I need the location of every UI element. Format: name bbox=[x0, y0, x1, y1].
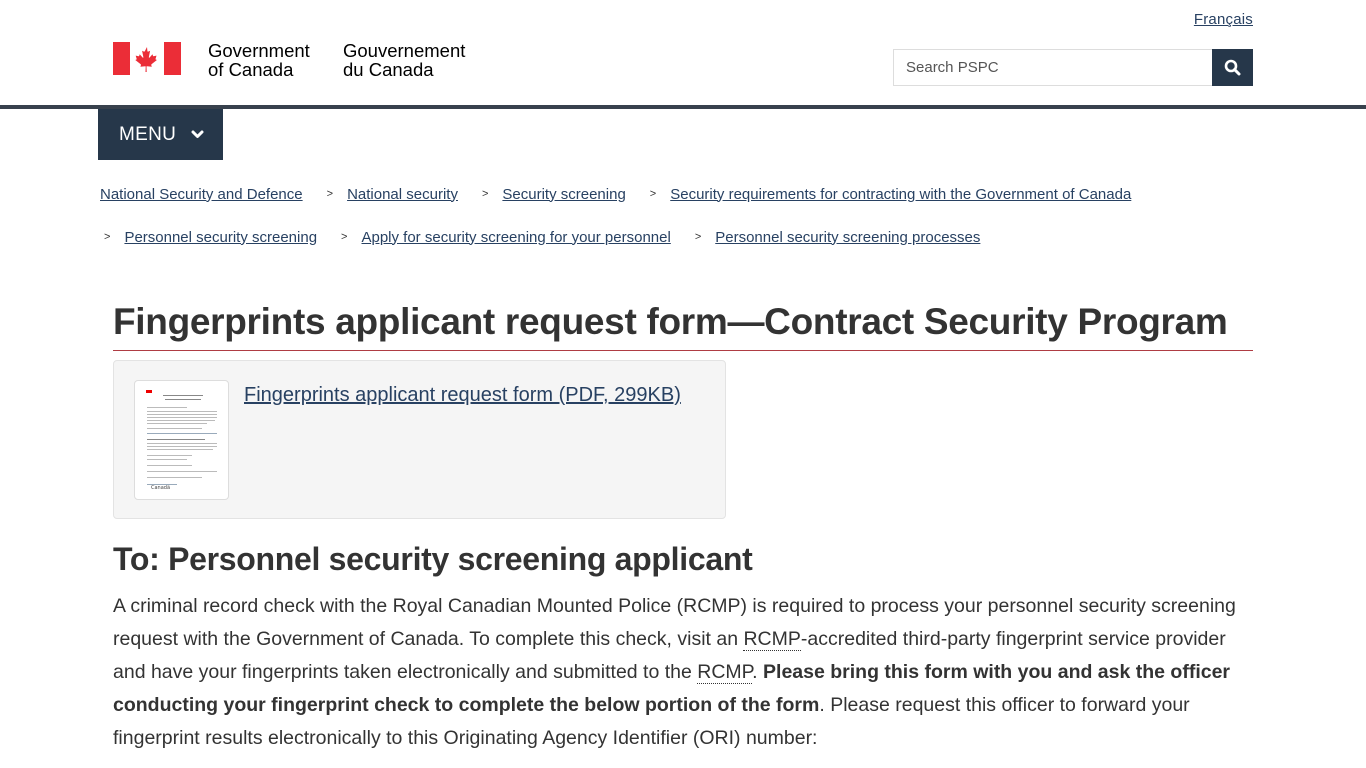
thumbnail-line bbox=[147, 414, 217, 415]
thumbnail-line bbox=[147, 465, 192, 466]
thumbnail-line bbox=[147, 423, 207, 424]
chevron-down-icon bbox=[191, 130, 204, 139]
breadcrumb-row: > Personnel security screening > Apply f… bbox=[100, 223, 1270, 251]
government-of-canada-signature[interactable]: Government of Canada Gouvernement du Can… bbox=[113, 41, 465, 79]
thumbnail-line bbox=[147, 443, 217, 444]
thumbnail-line bbox=[163, 395, 203, 396]
breadcrumb-apply-for-security-screening[interactable]: Apply for security screening for your pe… bbox=[361, 229, 670, 246]
download-pdf-link[interactable]: Fingerprints applicant request form (PDF… bbox=[244, 384, 681, 407]
thumbnail-line bbox=[147, 420, 215, 421]
thumbnail-line bbox=[147, 433, 217, 434]
site-header: Français Government of Canada Gouverneme… bbox=[0, 0, 1366, 106]
breadcrumb-separator: > bbox=[481, 188, 489, 200]
breadcrumb-security-screening[interactable]: Security screening bbox=[502, 186, 625, 203]
thumbnail-line bbox=[147, 417, 217, 418]
breadcrumb-national-security[interactable]: National security bbox=[347, 186, 458, 203]
breadcrumb-separator: > bbox=[326, 188, 334, 200]
wordmark: Government of Canada Gouvernement du Can… bbox=[208, 41, 465, 79]
thumbnail-line bbox=[147, 411, 217, 412]
search-button[interactable] bbox=[1212, 49, 1253, 86]
wordmark-french: Gouvernement du Canada bbox=[343, 40, 466, 80]
search-input[interactable] bbox=[893, 49, 1212, 86]
thumbnail-line bbox=[147, 455, 192, 456]
breadcrumb-national-security-and-defence[interactable]: National Security and Defence bbox=[100, 186, 303, 203]
breadcrumb-separator: > bbox=[341, 231, 348, 243]
thumbnail-line bbox=[147, 446, 217, 447]
breadcrumb-personnel-security-screening[interactable]: Personnel security screening bbox=[124, 229, 317, 246]
breadcrumb-row: National Security and Defence > National… bbox=[100, 180, 1270, 208]
thumbnail-line bbox=[147, 449, 213, 450]
pdf-thumbnail-image[interactable]: Canadä bbox=[134, 380, 229, 500]
breadcrumb-separator: > bbox=[694, 231, 702, 243]
language-toggle-link[interactable]: Français bbox=[1194, 11, 1253, 28]
thumbnail-flag bbox=[146, 390, 152, 393]
page-title: Fingerprints applicant request form—Cont… bbox=[113, 297, 1253, 351]
wordmark-english: Government of Canada bbox=[208, 40, 310, 80]
search-icon bbox=[1224, 59, 1241, 76]
body-paragraph: A criminal record check with the Royal C… bbox=[113, 595, 1236, 749]
breadcrumb-personnel-security-screening-processes[interactable]: Personnel security screening processes bbox=[715, 229, 980, 246]
menu-label: MENU bbox=[119, 123, 177, 145]
rcmp-abbreviation: RCMP bbox=[697, 661, 753, 684]
download-panel: Canadä Fingerprints applicant request fo… bbox=[113, 360, 726, 519]
thumbnail-line bbox=[147, 428, 202, 429]
canada-flag-icon bbox=[113, 42, 181, 75]
thumbnail-line bbox=[147, 477, 202, 478]
search-form bbox=[893, 49, 1253, 86]
thumbnail-line bbox=[147, 459, 187, 460]
section-heading: To: Personnel security screening applica… bbox=[113, 541, 753, 577]
thumbnail-line bbox=[147, 471, 217, 472]
thumbnail-line bbox=[165, 399, 201, 400]
breadcrumb-security-requirements-contracting[interactable]: Security requirements for contracting wi… bbox=[670, 186, 1131, 203]
rcmp-abbreviation: RCMP bbox=[743, 628, 801, 651]
breadcrumb-separator: > bbox=[104, 231, 111, 243]
thumbnail-line bbox=[147, 439, 205, 440]
menu-button[interactable]: MENU bbox=[98, 109, 223, 160]
thumbnail-line bbox=[147, 407, 187, 408]
breadcrumb-separator: > bbox=[649, 188, 657, 200]
breadcrumb: National Security and Defence > National… bbox=[100, 180, 1270, 266]
thumbnail-wordmark: Canadä bbox=[151, 485, 171, 491]
